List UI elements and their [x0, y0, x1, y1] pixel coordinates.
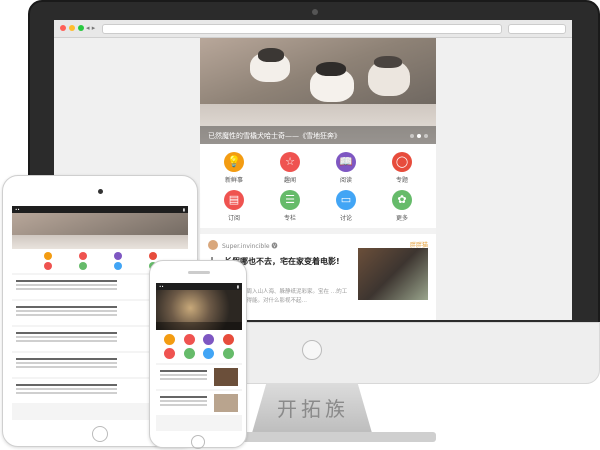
- tablet-camera: [98, 189, 103, 194]
- category-more[interactable]: ✿ 更多: [374, 190, 430, 222]
- book-icon: [203, 334, 215, 345]
- husky-image: [316, 62, 346, 76]
- book-icon: 📖: [336, 152, 356, 172]
- pager-dot[interactable]: [410, 134, 414, 138]
- document-icon: ▤: [224, 190, 244, 210]
- star-icon: [78, 252, 87, 260]
- message-icon: ▭: [336, 190, 356, 210]
- list-icon: ☰: [280, 190, 300, 210]
- category-label: 趣闻: [283, 177, 296, 184]
- pager-dot-active[interactable]: [417, 134, 421, 138]
- close-window-icon[interactable]: [60, 25, 66, 31]
- document-icon: [43, 262, 52, 270]
- hero-banner[interactable]: 已然魔性的雪橇犬哈士奇——《雪地狂奔》: [200, 38, 436, 144]
- minimize-window-icon[interactable]: [69, 25, 75, 31]
- banner-caption: 已然魔性的雪橇犬哈士奇——《雪地狂奔》: [200, 126, 436, 144]
- book-icon: [113, 252, 122, 260]
- chat-bubble-icon: [222, 334, 234, 345]
- browser-search-input[interactable]: [508, 24, 566, 34]
- phone-banner: [156, 290, 242, 330]
- clover-icon: [222, 348, 234, 359]
- lightbulb-icon: 💡: [224, 152, 244, 172]
- category-column[interactable]: ☰ 专栏: [262, 190, 318, 222]
- message-icon: [203, 348, 215, 359]
- maximize-window-icon[interactable]: [78, 25, 84, 31]
- message-icon: [113, 262, 122, 270]
- browser-toolbar: ◂ ▸: [54, 20, 572, 38]
- banner-snow: [12, 235, 188, 249]
- tablet-banner: [12, 213, 188, 249]
- husky-image: [258, 48, 284, 62]
- star-icon: [183, 334, 195, 345]
- chat-bubble-icon: ◯: [392, 152, 412, 172]
- husky-image: [374, 56, 402, 68]
- category-label: 讨论: [339, 215, 352, 222]
- article-thumbnail[interactable]: [358, 248, 428, 300]
- window-controls: [60, 25, 84, 31]
- category-grid: 💡 新鲜事 ☆ 趣闻 📖 阅读 ◯ 专题 ▤ 订阅 ☰ 专栏 ▭ 讨论 ✿ 更多: [200, 144, 436, 234]
- home-button-icon: [92, 426, 108, 442]
- article-thumbnail: [214, 394, 238, 412]
- list-item: [156, 391, 242, 415]
- pager-dot[interactable]: [424, 134, 428, 138]
- brand-logo: 开拓族: [277, 397, 349, 421]
- category-reading[interactable]: 📖 阅读: [318, 152, 374, 184]
- banner-pager: [410, 134, 428, 138]
- category-label: 专栏: [283, 215, 296, 222]
- chat-bubble-icon: [148, 252, 157, 260]
- document-icon: [164, 348, 176, 359]
- address-bar[interactable]: [102, 24, 502, 34]
- phone-category-grid: [156, 330, 242, 363]
- home-button-icon: [191, 435, 205, 449]
- status-bar: •• ▮: [156, 283, 242, 290]
- avatar[interactable]: [208, 240, 218, 250]
- star-icon: ☆: [280, 152, 300, 172]
- power-button-icon: [302, 340, 322, 360]
- monitor-base: [236, 432, 436, 442]
- lightbulb-icon: [164, 334, 176, 345]
- category-label: 专题: [395, 177, 408, 184]
- category-discuss[interactable]: ▭ 讨论: [318, 190, 374, 222]
- author-name[interactable]: Super.invincible 🅥: [222, 241, 277, 250]
- category-label: 阅读: [339, 177, 352, 184]
- list-item: [156, 365, 242, 389]
- article-thumbnail: [214, 368, 238, 386]
- clover-icon: ✿: [392, 190, 412, 210]
- category-label: 订阅: [227, 215, 240, 222]
- list-icon: [183, 348, 195, 359]
- lightbulb-icon: [43, 252, 52, 260]
- category-fun[interactable]: ☆ 趣闻: [262, 152, 318, 184]
- category-topics[interactable]: ◯ 专题: [374, 152, 430, 184]
- category-label: 新鲜事: [224, 177, 243, 184]
- phone-speaker: [188, 271, 210, 274]
- list-icon: [78, 262, 87, 270]
- phone-screen: •• ▮: [156, 283, 242, 431]
- phone-device: •• ▮: [149, 260, 247, 449]
- back-forward-icon[interactable]: ◂ ▸: [86, 24, 95, 32]
- monitor-camera: [312, 9, 318, 15]
- category-new[interactable]: 💡 新鲜事: [206, 152, 262, 184]
- category-subscribe[interactable]: ▤ 订阅: [206, 190, 262, 222]
- status-bar: •• ▮: [12, 206, 188, 213]
- banner-caption: [156, 322, 242, 330]
- category-label: 更多: [395, 215, 408, 222]
